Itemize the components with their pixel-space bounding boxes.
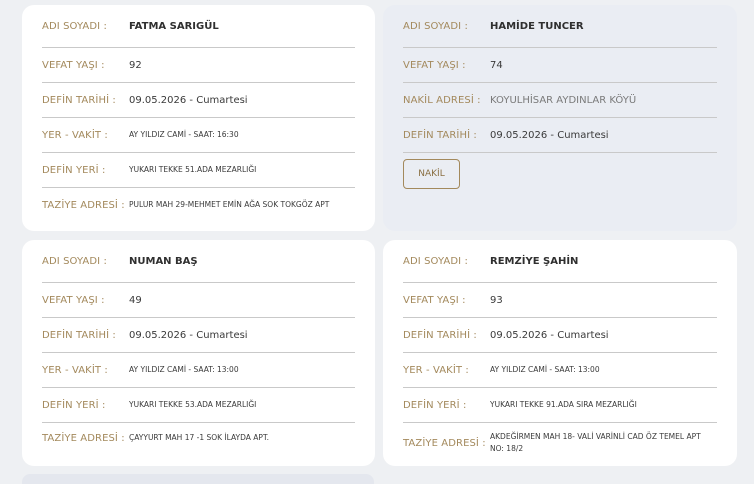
name-value: FATMA SARIGÜL: [129, 20, 219, 32]
place-time-row: YER - VAKİT : AY YILDIZ CAMİ - SAAT: 13:…: [403, 353, 717, 388]
next-card-edge: [22, 474, 374, 484]
condolence-row: TAZİYE ADRESİ : AKDEĞİRMEN MAH 18- VALİ …: [403, 423, 717, 463]
burial-date-row: DEFİN TARİHİ : 09.05.2026 - Cumartesi: [42, 318, 355, 353]
burial-date-row: DEFİN TARİHİ : 09.05.2026 - Cumartesi: [403, 318, 717, 353]
name-label: ADI SOYADI :: [42, 255, 107, 267]
place-time-value: AY YILDIZ CAMİ - SAAT: 13:00: [129, 365, 239, 374]
name-label: ADI SOYADI :: [403, 20, 468, 32]
condolence-value: ÇAYYURT MAH 17 -1 SOK İLAYDA APT.: [129, 433, 270, 442]
transfer-address-value: KOYULHİSAR AYDINLAR KÖYÜ: [490, 94, 637, 106]
age-value: 93: [490, 294, 503, 306]
burial-date-value: 09.05.2026 - Cumartesi: [129, 329, 248, 341]
burial-place-value: YUKARI TEKKE 53.ADA MEZARLIĞI: [129, 400, 257, 409]
place-time-label: YER - VAKİT :: [403, 364, 469, 376]
burial-date-value: 09.05.2026 - Cumartesi: [129, 94, 248, 106]
obituary-card-fatma: ADI SOYADI : FATMA SARIGÜL VEFAT YAŞI : …: [22, 5, 375, 231]
place-time-row: YER - VAKİT : AY YILDIZ CAMİ - SAAT: 16:…: [42, 118, 355, 153]
burial-date-row: DEFİN TARİHİ : 09.05.2026 - Cumartesi: [403, 118, 717, 153]
age-row: VEFAT YAŞI : 92: [42, 48, 355, 83]
name-value: HAMİDE TUNCER: [490, 20, 584, 32]
name-value: REMZİYE ŞAHİN: [490, 255, 579, 267]
burial-place-row: DEFİN YERİ : YUKARI TEKKE 53.ADA MEZARLI…: [42, 388, 355, 423]
place-time-value: AY YILDIZ CAMİ - SAAT: 13:00: [490, 365, 600, 374]
age-row: VEFAT YAŞI : 93: [403, 283, 717, 318]
condolence-label: TAZİYE ADRESİ :: [42, 199, 125, 211]
burial-date-label: DEFİN TARİHİ :: [42, 94, 116, 106]
place-time-value: AY YILDIZ CAMİ - SAAT: 16:30: [129, 130, 239, 139]
burial-place-value: YUKARI TEKKE 51.ADA MEZARLIĞI: [129, 165, 257, 174]
burial-date-label: DEFİN TARİHİ :: [403, 329, 477, 341]
nakil-button[interactable]: NAKİL: [403, 159, 460, 189]
name-row: ADI SOYADI : FATMA SARIGÜL: [42, 5, 355, 48]
condolence-label: TAZİYE ADRESİ :: [42, 432, 125, 444]
obituary-card-remziye: ADI SOYADI : REMZİYE ŞAHİN VEFAT YAŞI : …: [383, 240, 737, 466]
burial-date-value: 09.05.2026 - Cumartesi: [490, 329, 609, 341]
place-time-label: YER - VAKİT :: [42, 129, 108, 141]
age-label: VEFAT YAŞI :: [42, 59, 105, 71]
burial-place-row: DEFİN YERİ : YUKARI TEKKE 51.ADA MEZARLI…: [42, 153, 355, 188]
obituary-card-numan: ADI SOYADI : NUMAN BAŞ VEFAT YAŞI : 49 D…: [22, 240, 375, 466]
transfer-address-label: NAKİL ADRESİ :: [403, 94, 481, 106]
burial-place-row: DEFİN YERİ : YUKARI TEKKE 91.ADA SIRA ME…: [403, 388, 717, 423]
burial-date-row: DEFİN TARİHİ : 09.05.2026 - Cumartesi: [42, 83, 355, 118]
burial-place-label: DEFİN YERİ :: [42, 399, 106, 411]
place-time-row: YER - VAKİT : AY YILDIZ CAMİ - SAAT: 13:…: [42, 353, 355, 388]
burial-place-label: DEFİN YERİ :: [403, 399, 467, 411]
transfer-address-row: NAKİL ADRESİ : KOYULHİSAR AYDINLAR KÖYÜ: [403, 83, 717, 118]
burial-date-value: 09.05.2026 - Cumartesi: [490, 129, 609, 141]
condolence-row: TAZİYE ADRESİ : PULUR MAH 29-MEHMET EMİN…: [42, 188, 355, 222]
age-label: VEFAT YAŞI :: [42, 294, 105, 306]
age-label: VEFAT YAŞI :: [403, 294, 466, 306]
condolence-label: TAZİYE ADRESİ :: [403, 437, 486, 449]
burial-place-value: YUKARI TEKKE 91.ADA SIRA MEZARLIĞI: [490, 400, 637, 409]
burial-date-label: DEFİN TARİHİ :: [403, 129, 477, 141]
place-time-label: YER - VAKİT :: [42, 364, 108, 376]
name-label: ADI SOYADI :: [42, 20, 107, 32]
name-row: ADI SOYADI : NUMAN BAŞ: [42, 240, 355, 283]
condolence-value: AKDEĞİRMEN MAH 18- VALİ VARİNLİ CAD ÖZ T…: [490, 432, 701, 453]
name-row: ADI SOYADI : HAMİDE TUNCER: [403, 5, 717, 48]
age-row: VEFAT YAŞI : 49: [42, 283, 355, 318]
age-value: 49: [129, 294, 142, 306]
condolence-row: TAZİYE ADRESİ : ÇAYYURT MAH 17 -1 SOK İL…: [42, 423, 355, 453]
obituary-card-hamide: ADI SOYADI : HAMİDE TUNCER VEFAT YAŞI : …: [383, 5, 737, 231]
name-value: NUMAN BAŞ: [129, 255, 198, 267]
age-value: 74: [490, 59, 503, 71]
burial-place-label: DEFİN YERİ :: [42, 164, 106, 176]
age-label: VEFAT YAŞI :: [403, 59, 466, 71]
burial-date-label: DEFİN TARİHİ :: [42, 329, 116, 341]
name-row: ADI SOYADI : REMZİYE ŞAHİN: [403, 240, 717, 283]
age-row: VEFAT YAŞI : 74: [403, 48, 717, 83]
age-value: 92: [129, 59, 142, 71]
name-label: ADI SOYADI :: [403, 255, 468, 267]
condolence-value: PULUR MAH 29-MEHMET EMİN AĞA SOK TOKGÖZ …: [129, 200, 330, 209]
